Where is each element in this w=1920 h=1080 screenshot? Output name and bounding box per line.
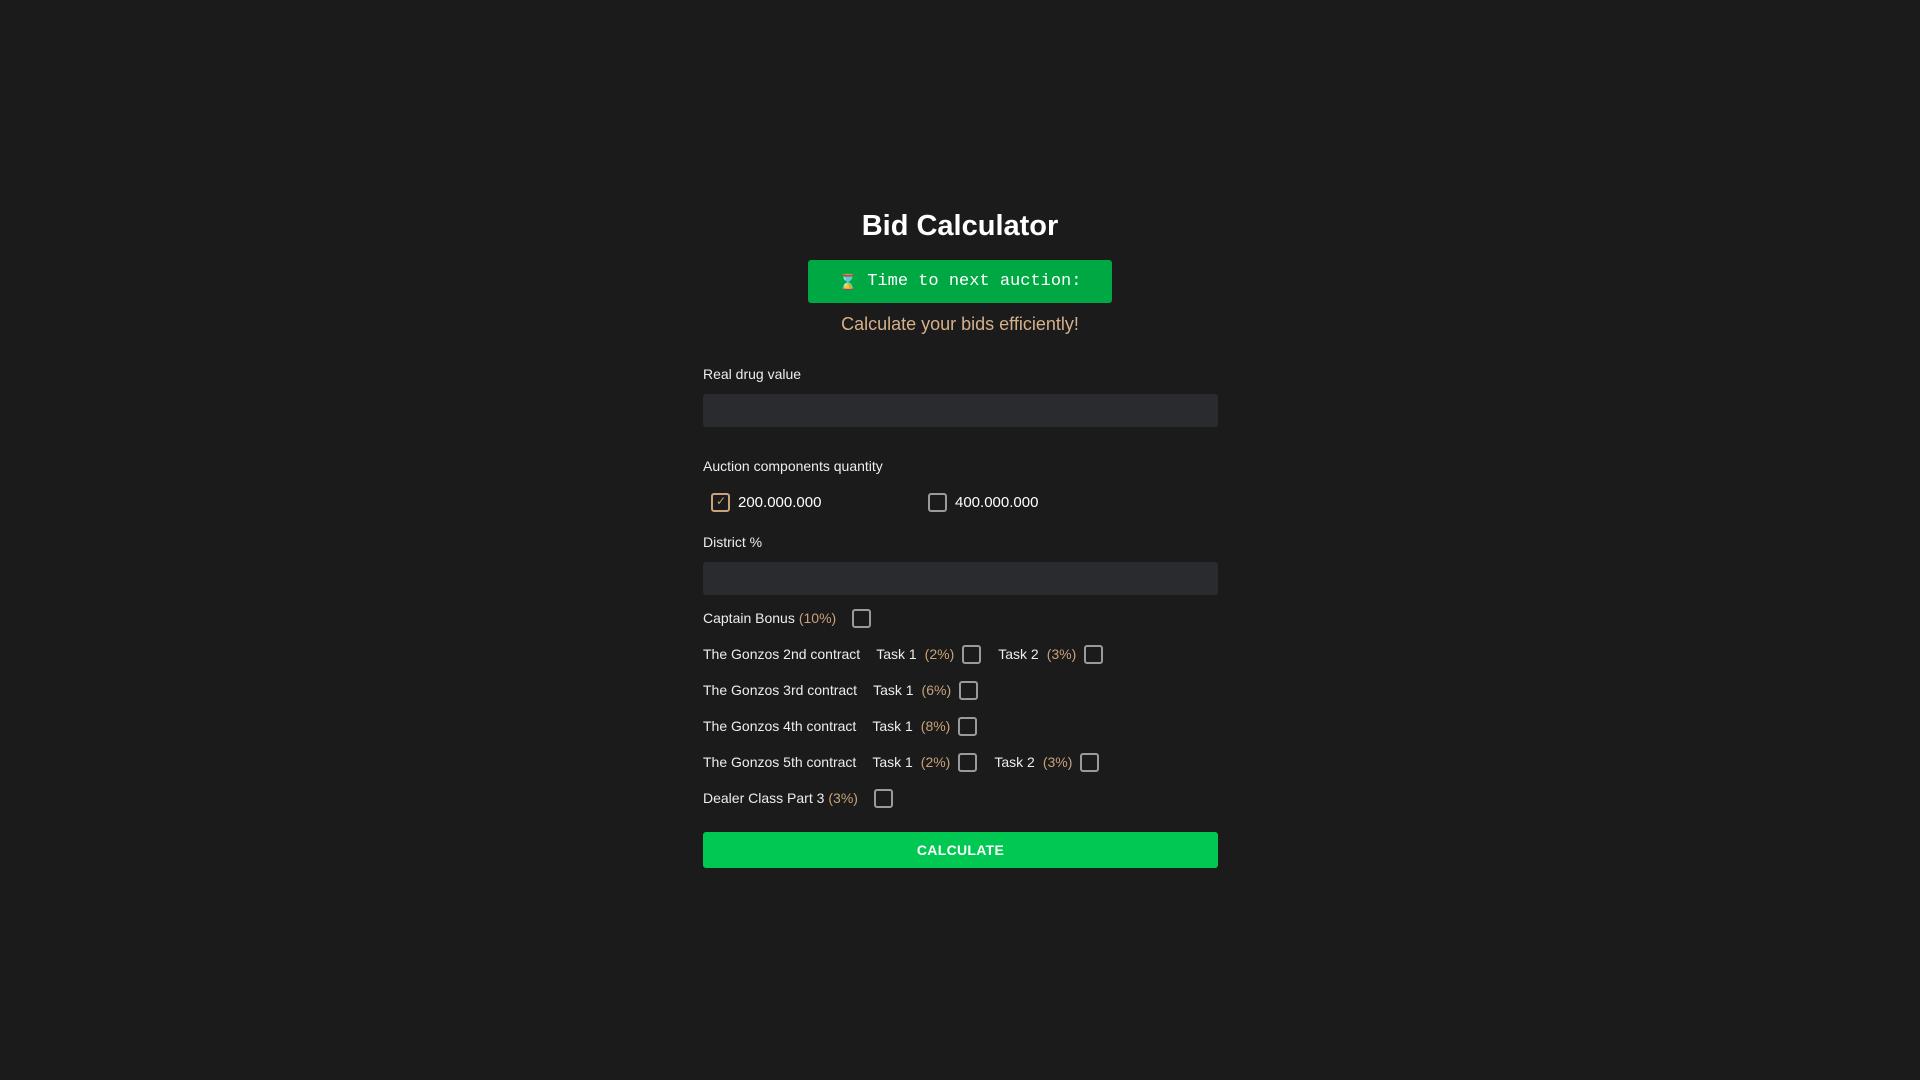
checkmark-icon: ✓	[716, 494, 727, 508]
captain-bonus-pct: (10%)	[798, 610, 837, 626]
district-input[interactable]	[703, 562, 1218, 595]
gonzos-2nd-task1-label: Task 1	[876, 646, 917, 662]
gonzos-4th-task1-checkbox[interactable]	[958, 716, 978, 736]
gonzos-2nd-task1-checkbox[interactable]	[962, 644, 982, 664]
gonzos-5th-task1-label: Task 1	[872, 754, 913, 770]
quantity-400m-checkbox[interactable]	[928, 493, 947, 512]
gonzos-5th-task1-checkbox[interactable]	[958, 752, 978, 772]
gonzos-4th-label: The Gonzos 4th contract	[703, 718, 857, 734]
dealer-class-label: Dealer Class Part 3	[703, 790, 825, 806]
gonzos-2nd-label: The Gonzos 2nd contract	[703, 646, 861, 662]
auction-quantity-label: Auction components quantity	[703, 458, 883, 474]
calculate-button[interactable]: CALCULATE	[703, 832, 1218, 868]
gonzos-5th-label: The Gonzos 5th contract	[703, 754, 857, 770]
hourglass-icon: ⌛	[838, 272, 858, 291]
auction-quantity-options: ✓ 200.000.000 400.000.000	[703, 493, 1218, 515]
gonzos-4th-task1-pct: (8%)	[920, 718, 951, 734]
quantity-option-200m[interactable]: ✓ 200.000.000	[711, 493, 821, 512]
real-drug-value-group: Real drug value	[703, 364, 1218, 427]
gonzos-3rd-label: The Gonzos 3rd contract	[703, 682, 858, 698]
gonzos-3rd-row: The Gonzos 3rd contract Task 1 (6%)	[703, 679, 979, 701]
gonzos-2nd-task2-checkbox[interactable]	[1084, 644, 1104, 664]
gonzos-5th-task2-label: Task 2	[994, 754, 1035, 770]
gonzos-2nd-task2-label: Task 2	[998, 646, 1039, 662]
gonzos-5th-task2-pct: (3%)	[1042, 754, 1073, 770]
dealer-class-checkbox[interactable]	[873, 788, 893, 808]
timer-label: Time to next auction:	[867, 272, 1082, 291]
district-group: District %	[703, 532, 1218, 595]
page-title: Bid Calculator	[861, 210, 1059, 242]
quantity-400m-label: 400.000.000	[955, 494, 1039, 511]
dealer-class-row: Dealer Class Part 3 (3%)	[703, 787, 893, 809]
gonzos-5th-row: The Gonzos 5th contract Task 1 (2%) Task…	[703, 751, 1100, 773]
quantity-200m-label: 200.000.000	[738, 494, 822, 511]
captain-bonus-checkbox[interactable]	[852, 608, 872, 628]
dealer-class-pct: (3%)	[828, 790, 858, 806]
gonzos-3rd-task1-checkbox[interactable]	[959, 680, 979, 700]
district-label: District %	[703, 534, 763, 550]
gonzos-5th-task1-pct: (2%)	[920, 754, 951, 770]
gonzos-2nd-task2-pct: (3%)	[1046, 646, 1077, 662]
quantity-200m-checkbox[interactable]: ✓	[711, 493, 730, 512]
gonzos-2nd-row: The Gonzos 2nd contract Task 1 (2%) Task…	[703, 643, 1104, 665]
real-drug-value-label: Real drug value	[703, 366, 802, 382]
bid-calculator-app: Bid Calculator ⌛ Time to next auction: C…	[0, 0, 1920, 1080]
captain-bonus-row: Captain Bonus (10%)	[703, 607, 872, 629]
auction-timer: ⌛ Time to next auction:	[808, 260, 1112, 303]
gonzos-3rd-task1-pct: (6%)	[921, 682, 952, 698]
page-subtitle: Calculate your bids efficiently!	[841, 314, 1079, 334]
real-drug-value-input[interactable]	[703, 394, 1218, 427]
gonzos-4th-row: The Gonzos 4th contract Task 1 (8%)	[703, 715, 978, 737]
captain-bonus-label: Captain Bonus	[703, 610, 795, 626]
gonzos-4th-task1-label: Task 1	[872, 718, 913, 734]
gonzos-5th-task2-checkbox[interactable]	[1080, 752, 1100, 772]
quantity-option-400m[interactable]: 400.000.000	[928, 493, 1038, 512]
gonzos-3rd-task1-label: Task 1	[873, 682, 914, 698]
gonzos-2nd-task1-pct: (2%)	[924, 646, 955, 662]
